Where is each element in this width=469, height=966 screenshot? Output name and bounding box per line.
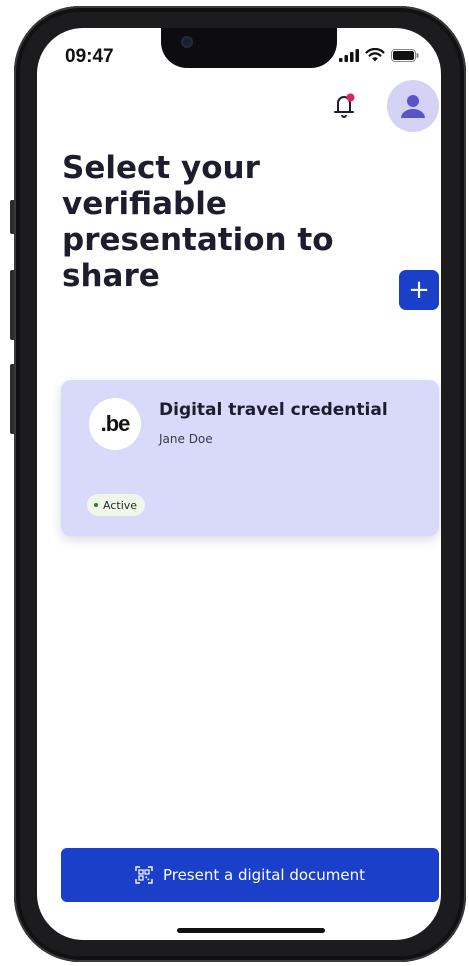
user-icon (401, 95, 425, 118)
profile-button[interactable] (387, 80, 439, 132)
qr-scan-icon (135, 866, 153, 884)
bell-icon (334, 93, 355, 118)
notch (161, 28, 337, 68)
signal-icon (339, 48, 359, 62)
wifi-icon (365, 48, 385, 62)
issuer-logo-text: .be (100, 411, 131, 436)
present-document-label: Present a digital document (162, 866, 366, 884)
app-screen: 09:47 Select your verifiable presentatio… (37, 28, 441, 940)
status-dot (94, 503, 98, 507)
page-title: Select your verifiable presentation to s… (62, 150, 334, 294)
front-camera (181, 36, 193, 48)
battery-icon (391, 48, 419, 62)
credential-title: Digital travel credential (159, 400, 388, 420)
status-icons (339, 48, 419, 62)
add-credential-button[interactable]: + (399, 270, 439, 310)
device-mockup: 09:47 Select your verifiable presentatio… (0, 0, 469, 966)
present-document-button[interactable]: Present a digital document (61, 848, 439, 902)
status-time: 09:47 (65, 46, 114, 67)
home-indicator (177, 928, 325, 933)
issuer-logo: .be (89, 398, 141, 450)
credential-card[interactable]: .be Digital travel credential Jane Doe A… (61, 380, 439, 536)
status-badge: Active (87, 494, 146, 516)
notifications-button[interactable] (327, 88, 361, 122)
header-actions (37, 80, 441, 140)
credential-holder: Jane Doe (159, 432, 213, 446)
status-label: Active (103, 498, 138, 512)
